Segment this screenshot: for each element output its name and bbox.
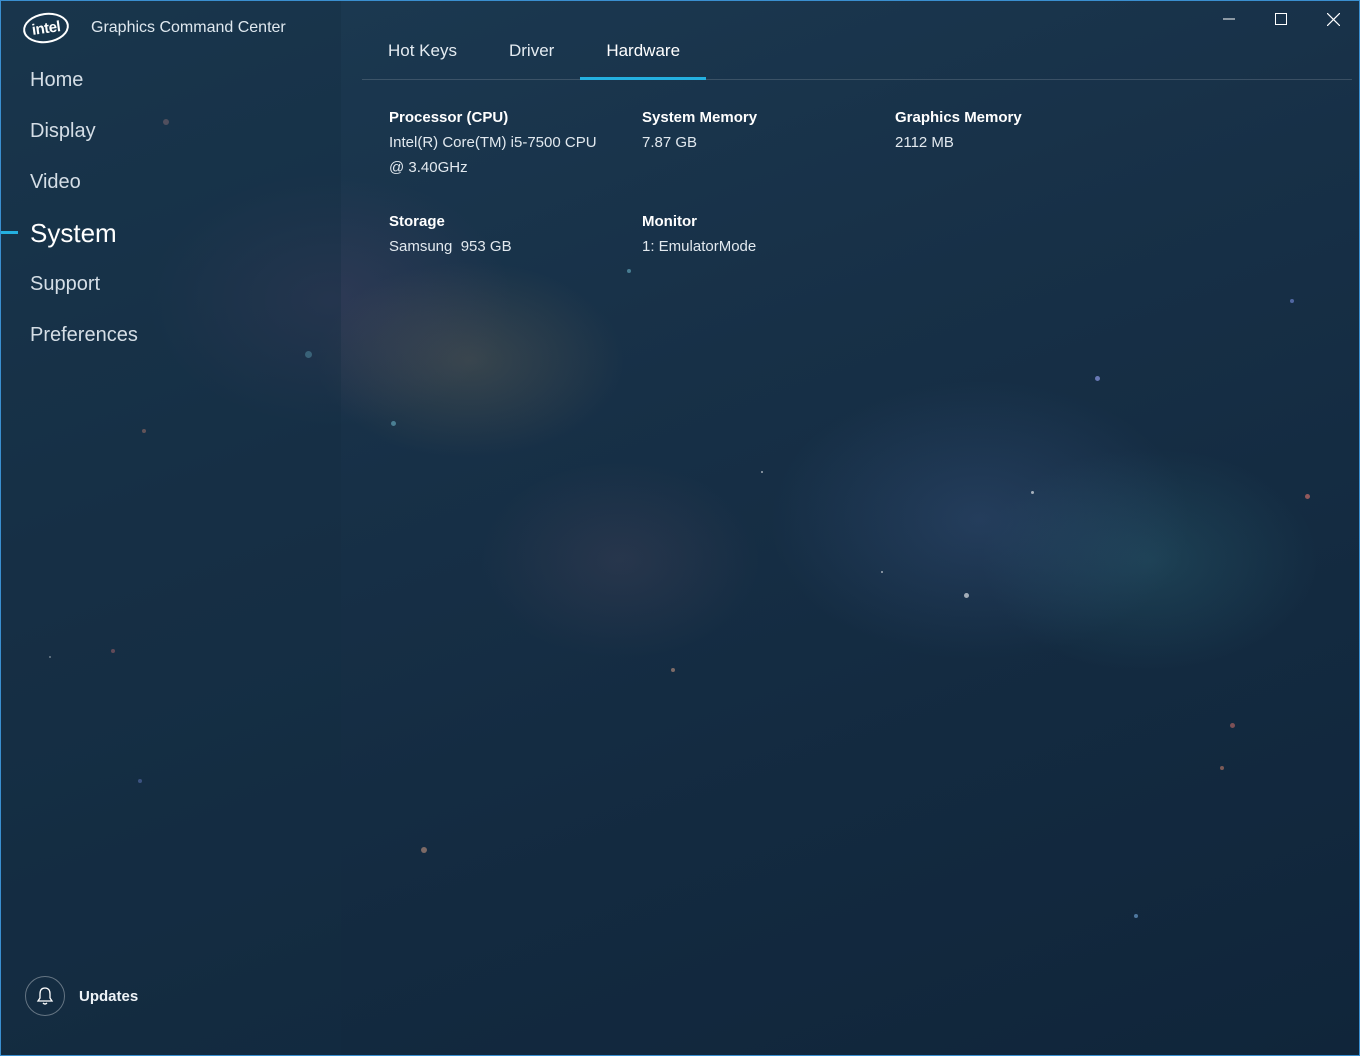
tab-hot-keys[interactable]: Hot Keys	[362, 29, 483, 79]
sidebar-item-home[interactable]: Home	[1, 56, 341, 107]
hardware-info: Processor (CPU) Intel(R) Core(TM) i5-750…	[389, 108, 1149, 259]
monitor-label: Monitor	[642, 213, 697, 230]
cpu-label: Processor (CPU)	[389, 109, 509, 126]
system-memory-info: System Memory 7.87 GB	[642, 108, 895, 180]
app-title: Graphics Command Center	[91, 19, 286, 36]
cpu-value: Intel(R) Core(TM) i5-7500 CPU @ 3.40GHz	[389, 130, 642, 180]
storage-value: Samsung 953 GB	[389, 238, 512, 255]
sidebar-item-support[interactable]: Support	[1, 260, 341, 311]
minimize-icon	[1223, 18, 1235, 20]
cpu-info: Processor (CPU) Intel(R) Core(TM) i5-750…	[389, 108, 642, 180]
graphics-memory-info: Graphics Memory 2112 MB	[895, 108, 1148, 180]
info-row: Storage Samsung 953 GB Monitor 1: Emulat…	[389, 212, 1149, 259]
sidebar-item-video[interactable]: Video	[1, 158, 341, 209]
sidebar: intel Graphics Command Center Home Displ…	[1, 1, 341, 1055]
sidebar-item-preferences[interactable]: Preferences	[1, 311, 341, 362]
monitor-info: Monitor 1: EmulatorMode	[642, 212, 895, 259]
cpu-value-line1: Intel(R) Core(TM) i5-7500 CPU	[389, 134, 597, 151]
cpu-value-line2: @ 3.40GHz	[389, 159, 468, 176]
sidebar-item-system[interactable]: System	[1, 209, 341, 260]
updates-button[interactable]: Updates	[25, 976, 138, 1016]
info-row: Processor (CPU) Intel(R) Core(TM) i5-750…	[389, 108, 1149, 180]
close-icon	[1326, 12, 1340, 26]
tab-driver[interactable]: Driver	[483, 29, 580, 79]
graphics-memory-value: 2112 MB	[895, 134, 954, 151]
tab-bar: Hot Keys Driver Hardware	[362, 29, 1352, 80]
system-memory-value: 7.87 GB	[642, 134, 698, 151]
tab-hardware[interactable]: Hardware	[580, 29, 706, 80]
system-memory-label: System Memory	[642, 109, 758, 126]
sidebar-item-display[interactable]: Display	[1, 107, 341, 158]
bell-icon	[25, 976, 65, 1016]
maximize-icon	[1275, 13, 1287, 25]
updates-label: Updates	[79, 987, 139, 1005]
storage-info: Storage Samsung 953 GB	[389, 212, 642, 259]
storage-label: Storage	[389, 213, 445, 230]
brand: intel Graphics Command Center	[21, 9, 286, 47]
sidebar-nav: Home Display Video System Support Prefer…	[1, 56, 341, 362]
monitor-value: 1: EmulatorMode	[642, 238, 757, 255]
intel-logo-icon: intel	[21, 9, 71, 47]
graphics-memory-label: Graphics Memory	[895, 109, 1022, 126]
